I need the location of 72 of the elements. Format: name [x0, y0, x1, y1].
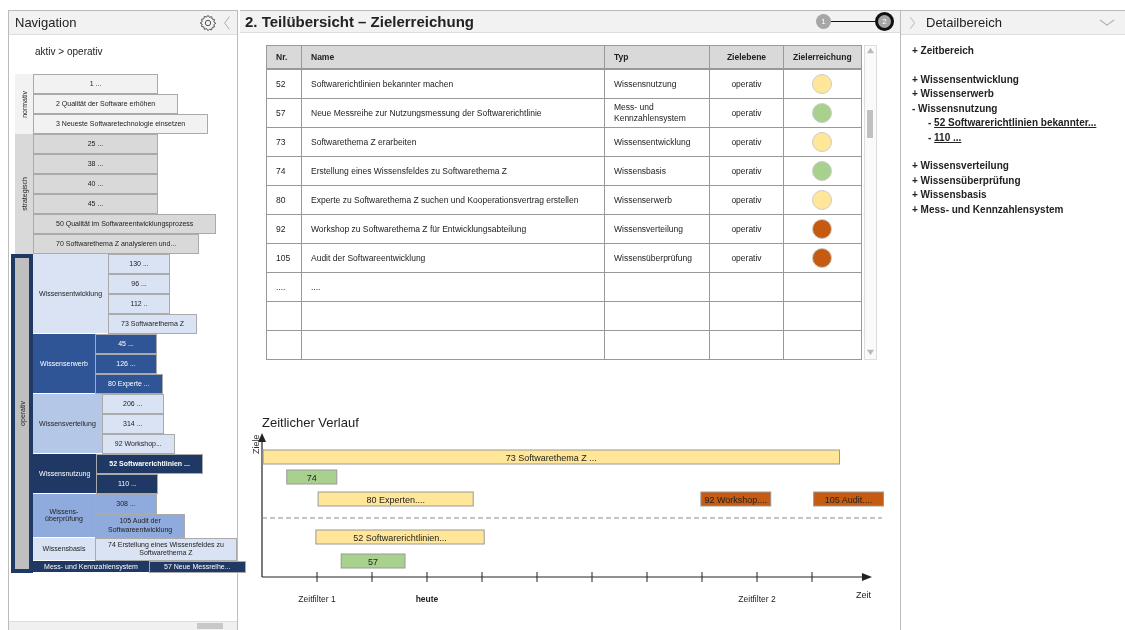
table-cell: Softwarerichtlinien bekannter machen: [301, 69, 605, 99]
table-cell: 73: [266, 127, 302, 157]
table-cell: Wissensentwicklung: [604, 127, 710, 157]
tree-item[interactable]: + Wissensbasis: [912, 188, 1125, 203]
tree-item[interactable]: - Wissensnutzung: [912, 101, 1125, 116]
column-header[interactable]: Typ: [604, 45, 710, 69]
scrollbar[interactable]: [863, 45, 877, 360]
settings-icon[interactable]: [199, 13, 217, 32]
column-header[interactable]: Nr.: [266, 45, 302, 69]
timeline-bar[interactable]: 80 Experten....: [317, 491, 474, 507]
time-marker[interactable]: Zeitfilter 2: [738, 594, 776, 604]
table-cell: Wissensnutzung: [604, 69, 710, 99]
tree-link[interactable]: - 52 Softwarerichtlinien bekannter...: [928, 116, 1125, 131]
tree-item[interactable]: + Wissenserwerb: [912, 87, 1125, 102]
table-cell: Audit der Softwareentwicklung: [301, 243, 605, 273]
tree-item[interactable]: + Mess- und Kennzahlensystem: [912, 202, 1125, 217]
table-cell: operativ: [709, 243, 784, 273]
panel-title: Navigation: [15, 15, 78, 30]
table-cell: operativ: [709, 156, 784, 186]
table-cell: operativ: [709, 214, 784, 244]
table-cell: Wissenserwerb: [604, 185, 710, 215]
table-cell: 92: [266, 214, 302, 244]
timeline-bar[interactable]: 52 Softwarerichtlinien...: [315, 529, 485, 545]
time-marker[interactable]: heute: [415, 594, 439, 604]
section-title: Zeitlicher Verlauf: [262, 415, 360, 430]
table-cell: operativ: [709, 127, 784, 157]
scroll-down-icon[interactable]: [865, 348, 875, 357]
table-cell: 57: [266, 98, 302, 128]
timeline-bar[interactable]: 92 Workshop....: [700, 491, 772, 507]
table-cell: Wissensverteilung: [604, 214, 710, 244]
column-header[interactable]: Name: [301, 45, 605, 69]
page-title: 2. Teilübersicht – Zielerreichung: [245, 13, 475, 30]
table-cell: 74: [266, 156, 302, 186]
table-cell: operativ: [709, 98, 784, 128]
table-cell: Softwarethema Z erarbeiten: [301, 127, 605, 157]
table-cell: Wissensüberprüfung: [604, 243, 710, 273]
expand-icon[interactable]: [909, 15, 916, 30]
table-cell: operativ: [709, 185, 784, 215]
timeline-bar[interactable]: 57: [340, 553, 406, 569]
table-cell: ....: [301, 272, 605, 302]
table-cell: Erstellung eines Wissensfeldes zu Softwarethema Z: [301, 156, 605, 186]
scroll-thumb[interactable]: [867, 110, 874, 138]
scroll-thumb[interactable]: [197, 623, 223, 629]
time-marker[interactable]: Zeitfilter 1: [298, 594, 336, 604]
column-header[interactable]: Zielerreichung: [783, 45, 862, 69]
table-cell: 52: [266, 69, 302, 99]
table-cell: Experte zu Softwarethema Z suchen und Kooperationsvertrag erstellen: [301, 185, 605, 215]
table-cell: operativ: [709, 69, 784, 99]
axis-label: Ziele: [251, 434, 261, 454]
table-cell: ....: [266, 272, 302, 302]
timeline-bar[interactable]: 73 Softwarethema Z ...: [262, 449, 840, 465]
timeline-bar[interactable]: 74: [286, 469, 338, 485]
dropdown-icon[interactable]: [1099, 18, 1115, 27]
table-cell: Wissensbasis: [604, 156, 710, 186]
tree-item[interactable]: + Wissensentwicklung: [912, 72, 1125, 87]
table-cell: Mess- und Kennzahlensystem: [604, 98, 710, 128]
scroll-up-icon[interactable]: [865, 46, 875, 55]
tree-link[interactable]: - 110 ...: [928, 130, 1125, 145]
breadcrumb: aktiv > operativ: [35, 46, 104, 57]
tree-item[interactable]: + Wissensverteilung: [912, 159, 1125, 174]
timeline-bar[interactable]: 105 Audit....: [813, 491, 884, 507]
axis-label: Zeit: [856, 590, 871, 600]
panel-title: Detailbereich: [926, 15, 1003, 30]
tree-item[interactable]: + Zeitbereich: [912, 44, 1125, 59]
table-cell: Neue Messreihe zur Nutzungsmessung der Softwarerichtlinie: [301, 98, 605, 128]
table-cell: 80: [266, 185, 302, 215]
tree-item[interactable]: + Wissensüberprüfung: [912, 173, 1125, 188]
scrollbar[interactable]: [9, 621, 237, 630]
table-cell: 105: [266, 243, 302, 273]
table-cell: Workshop zu Softwarethema Z für Entwicklungsabteilung: [301, 214, 605, 244]
column-header[interactable]: Zielebene: [709, 45, 784, 69]
collapse-icon[interactable]: [223, 14, 231, 31]
